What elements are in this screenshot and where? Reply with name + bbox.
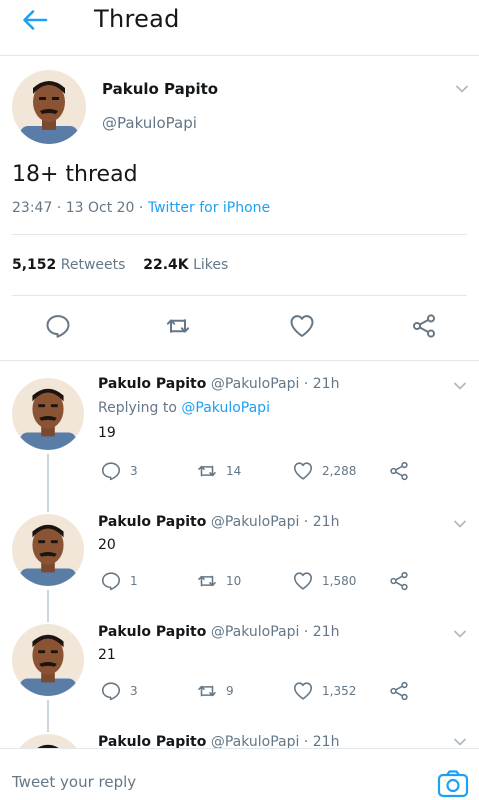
share-icon[interactable] <box>410 312 438 340</box>
like-action[interactable]: 1,580 <box>292 570 356 592</box>
share-action[interactable] <box>388 570 410 592</box>
thread-connector <box>47 454 49 512</box>
like-icon <box>292 460 314 482</box>
like-count: 1,352 <box>322 684 357 698</box>
retweet-icon <box>196 680 218 702</box>
time-separator: · <box>303 624 309 640</box>
meta-separator: · <box>56 200 62 216</box>
share-icon <box>388 680 410 702</box>
like-count: 1,580 <box>322 574 357 588</box>
reply-text: 19 <box>98 425 116 441</box>
reply-action[interactable]: 3 <box>100 680 138 702</box>
meta-separator: · <box>138 200 144 216</box>
reply-icon <box>100 680 122 702</box>
author-name[interactable]: Pakulo Papito <box>98 376 206 392</box>
reply-time: 21h <box>312 376 340 392</box>
camera-icon[interactable] <box>437 769 469 799</box>
retweet-action[interactable]: 10 <box>196 570 241 592</box>
chevron-down-icon[interactable] <box>453 381 467 391</box>
thread-connector <box>47 590 49 622</box>
reply-icon[interactable] <box>44 312 72 340</box>
reply-icon <box>100 460 122 482</box>
share-action[interactable] <box>388 680 410 702</box>
back-arrow-icon <box>23 10 48 30</box>
like-action[interactable]: 2,288 <box>292 460 356 482</box>
replying-to-link[interactable]: @PakuloPapi <box>181 400 270 416</box>
time-separator: · <box>303 514 309 530</box>
retweet-icon <box>196 570 218 592</box>
reply-icon <box>100 570 122 592</box>
reply-time: 21h <box>312 514 340 530</box>
likes-stat[interactable]: 22.4K Likes <box>143 257 228 273</box>
author-name[interactable]: Pakulo Papito <box>102 80 218 98</box>
retweets-label: Retweets <box>60 257 126 273</box>
retweet-icon <box>196 460 218 482</box>
retweet-count: 9 <box>226 684 234 698</box>
like-icon <box>292 680 314 702</box>
share-icon <box>388 570 410 592</box>
reply-action[interactable]: 1 <box>100 570 138 592</box>
chevron-down-icon[interactable] <box>453 519 467 529</box>
retweet-icon[interactable] <box>164 312 192 340</box>
chevron-down-icon[interactable] <box>453 629 467 639</box>
reply-composer: Tweet your reply <box>0 748 479 800</box>
avatar[interactable] <box>12 378 84 450</box>
reply-header: Pakulo Papito @PakuloPapi · 21h <box>98 624 339 640</box>
share-action[interactable] <box>388 460 410 482</box>
avatar[interactable] <box>12 70 86 144</box>
tweet-source[interactable]: Twitter for iPhone <box>148 200 270 216</box>
author-handle[interactable]: @PakuloPapi <box>211 514 300 530</box>
retweet-action[interactable]: 14 <box>196 460 241 482</box>
retweet-action[interactable]: 9 <box>196 680 234 702</box>
retweet-count: 10 <box>226 574 242 588</box>
share-icon <box>388 460 410 482</box>
header-divider <box>0 55 479 56</box>
chevron-down-icon[interactable] <box>453 737 467 747</box>
tweet-stats: 5,152 Retweets 22.4K Likes <box>12 257 228 273</box>
author-name[interactable]: Pakulo Papito <box>98 624 206 640</box>
tweet-meta: 23:47 · 13 Oct 20 · Twitter for iPhone <box>12 200 270 216</box>
reply-count: 3 <box>130 684 138 698</box>
reply-text: 21 <box>98 647 116 663</box>
tweet-text: 18+ thread <box>12 162 138 187</box>
retweets-count: 5,152 <box>12 257 57 273</box>
time-separator: · <box>303 376 309 392</box>
page-title: Thread <box>94 5 180 33</box>
avatar[interactable] <box>12 624 84 696</box>
author-handle[interactable]: @PakuloPapi <box>211 376 300 392</box>
replying-prefix: Replying to <box>98 400 177 416</box>
reply-header: Pakulo Papito @PakuloPapi · 21h <box>98 376 339 392</box>
stats-top-divider <box>12 234 467 235</box>
reply-header: Pakulo Papito @PakuloPapi · 21h <box>98 514 339 530</box>
likes-count: 22.4K <box>143 257 189 273</box>
author-name[interactable]: Pakulo Papito <box>98 514 206 530</box>
stats-bottom-divider <box>12 295 467 296</box>
reply-action[interactable]: 3 <box>100 460 138 482</box>
reply-count: 3 <box>130 464 138 478</box>
author-handle[interactable]: @PakuloPapi <box>211 624 300 640</box>
like-icon <box>292 570 314 592</box>
thread-connector <box>47 700 49 732</box>
replying-to: Replying to @PakuloPapi <box>98 400 270 416</box>
chevron-down-icon[interactable] <box>455 84 469 94</box>
avatar[interactable] <box>12 514 84 586</box>
back-button[interactable] <box>18 6 52 34</box>
author-handle[interactable]: @PakuloPapi <box>102 114 197 132</box>
main-tweet-actions <box>0 312 479 346</box>
likes-label: Likes <box>193 257 229 273</box>
like-action[interactable]: 1,352 <box>292 680 356 702</box>
tweet-date: 13 Oct 20 <box>65 200 135 216</box>
top-app-bar: Thread <box>0 0 479 44</box>
retweets-stat[interactable]: 5,152 Retweets <box>12 257 125 273</box>
actions-divider <box>0 360 479 361</box>
reply-input[interactable]: Tweet your reply <box>12 773 136 791</box>
retweet-count: 14 <box>226 464 242 478</box>
reply-count: 1 <box>130 574 138 588</box>
reply-time: 21h <box>312 624 340 640</box>
tweet-time: 23:47 <box>12 200 53 216</box>
like-count: 2,288 <box>322 464 357 478</box>
reply-text: 20 <box>98 537 116 553</box>
like-icon[interactable] <box>288 312 316 340</box>
